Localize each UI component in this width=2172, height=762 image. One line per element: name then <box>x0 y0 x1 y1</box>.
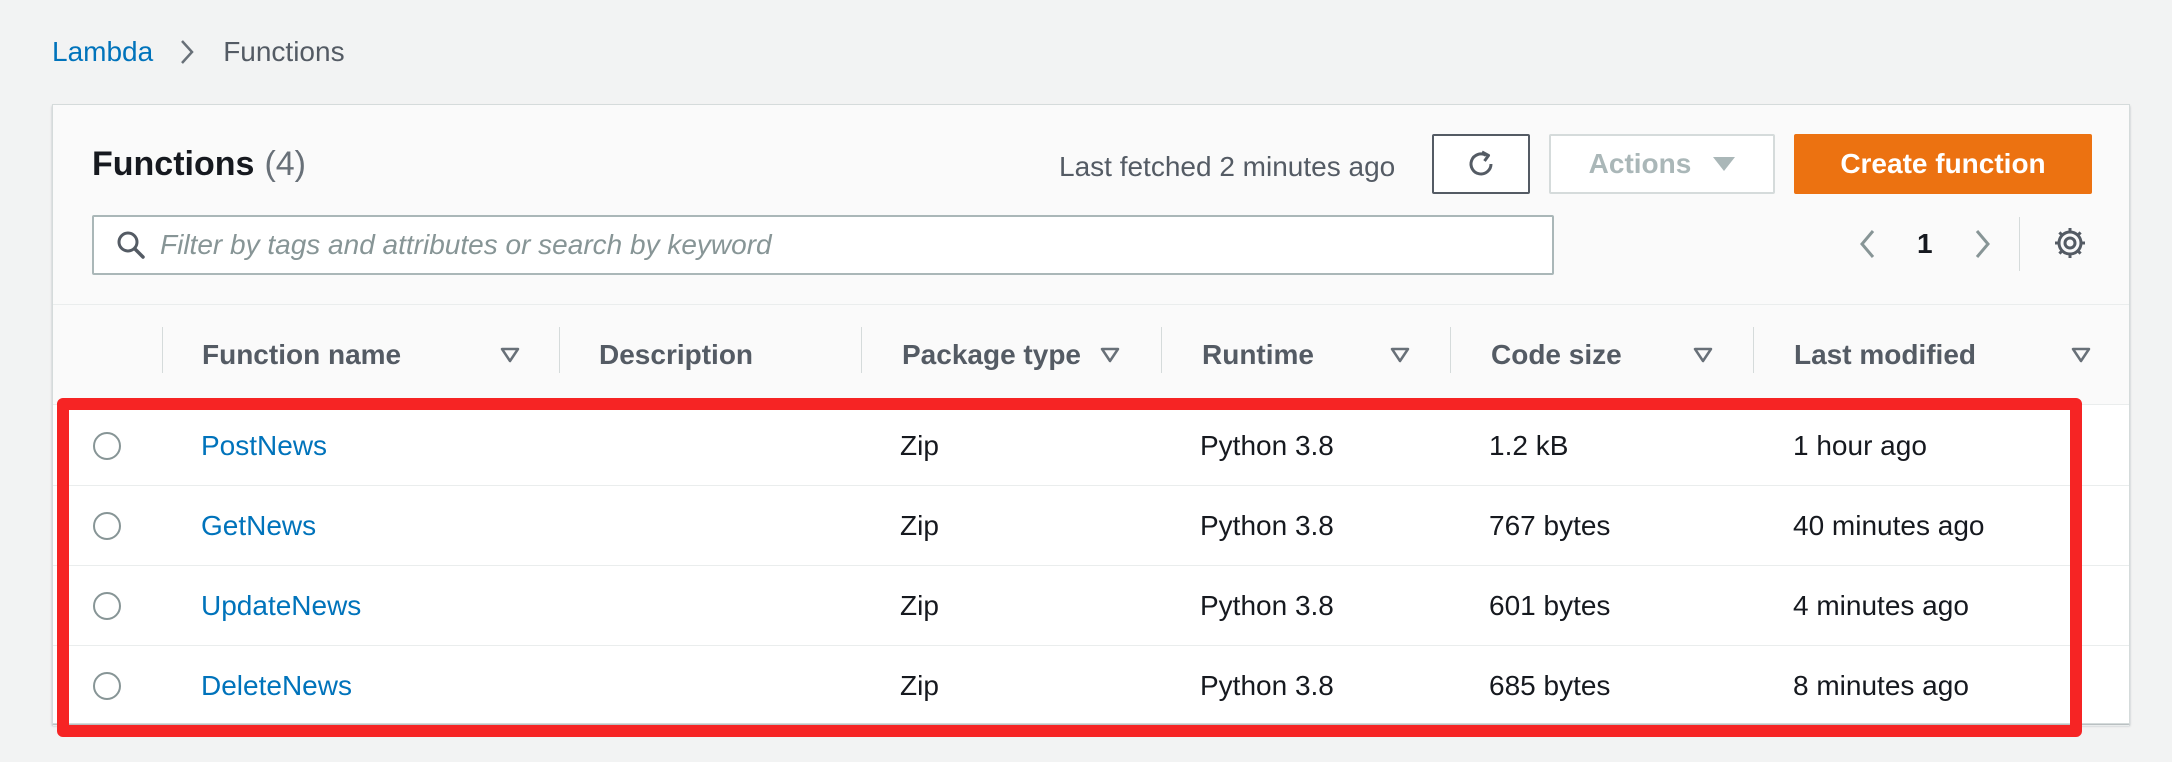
sort-triangle-icon[interactable] <box>1693 347 1713 368</box>
function-name-link[interactable]: UpdateNews <box>201 566 361 646</box>
table-row[interactable]: PostNews Zip Python 3.8 1.2 kB 1 hour ag… <box>53 406 2129 486</box>
breadcrumb-lambda-link[interactable]: Lambda <box>52 36 153 68</box>
function-name-link[interactable]: DeleteNews <box>201 646 352 726</box>
row-select-radio[interactable] <box>93 512 121 540</box>
runtime: Python 3.8 <box>1200 590 1334 621</box>
column-header-code-size[interactable]: Code size <box>1491 305 1622 405</box>
chevron-left-icon <box>1858 228 1876 260</box>
gear-icon[interactable] <box>2052 225 2088 261</box>
runtime: Python 3.8 <box>1200 430 1334 461</box>
last-modified: 4 minutes ago <box>1793 590 1969 621</box>
create-function-button[interactable]: Create function <box>1794 134 2092 194</box>
code-size: 601 bytes <box>1489 590 1611 621</box>
actions-dropdown-button[interactable]: Actions <box>1549 134 1775 194</box>
runtime: Python 3.8 <box>1200 510 1334 541</box>
search-icon <box>116 230 146 260</box>
row-select-radio[interactable] <box>93 432 121 460</box>
column-divider <box>162 327 163 373</box>
filter-search-box[interactable] <box>92 215 1554 275</box>
table-row[interactable]: DeleteNews Zip Python 3.8 685 bytes 8 mi… <box>53 646 2129 726</box>
runtime: Python 3.8 <box>1200 670 1334 701</box>
table-header: Function name Description Package type R… <box>53 305 2129 405</box>
sort-triangle-icon[interactable] <box>1100 347 1120 368</box>
function-count: (4) <box>264 145 306 183</box>
package-type: Zip <box>900 590 939 621</box>
chevron-right-icon <box>1974 228 1992 260</box>
caret-down-icon <box>1713 157 1736 171</box>
column-header-runtime[interactable]: Runtime <box>1202 305 1314 405</box>
refresh-button[interactable] <box>1432 134 1530 194</box>
column-divider <box>1161 327 1162 373</box>
pagination: 1 <box>1847 221 2003 267</box>
last-modified: 8 minutes ago <box>1793 670 1969 701</box>
pager-divider <box>2019 217 2020 271</box>
last-modified: 1 hour ago <box>1793 430 1927 461</box>
panel-header: Functions (4) Last fetched 2 minutes ago … <box>53 105 2129 305</box>
column-header-description[interactable]: Description <box>599 305 753 405</box>
sort-triangle-icon[interactable] <box>2071 347 2091 368</box>
title-text: Functions <box>92 145 255 183</box>
code-size: 767 bytes <box>1489 510 1611 541</box>
column-divider <box>1753 327 1754 373</box>
last-fetched-text: Last fetched 2 minutes ago <box>1059 151 1396 182</box>
chevron-right-icon <box>179 38 195 66</box>
function-name-link[interactable]: GetNews <box>201 486 316 566</box>
breadcrumb: Lambda Functions <box>52 36 345 68</box>
breadcrumb-current: Functions <box>223 36 345 67</box>
next-page-button[interactable] <box>1963 221 2003 267</box>
row-select-radio[interactable] <box>93 672 121 700</box>
page-title: Functions (4) <box>92 145 306 184</box>
package-type: Zip <box>900 430 939 461</box>
page-number[interactable]: 1 <box>1917 228 1933 260</box>
previous-page-button[interactable] <box>1847 221 1887 267</box>
search-input[interactable] <box>160 229 1552 261</box>
code-size: 685 bytes <box>1489 670 1611 701</box>
table-row[interactable]: GetNews Zip Python 3.8 767 bytes 40 minu… <box>53 486 2129 566</box>
functions-panel: Functions (4) Last fetched 2 minutes ago … <box>52 104 2130 726</box>
column-header-last-modified[interactable]: Last modified <box>1794 305 1976 405</box>
package-type: Zip <box>900 510 939 541</box>
function-name-link[interactable]: PostNews <box>201 406 327 486</box>
column-divider <box>1450 327 1451 373</box>
column-header-package-type[interactable]: Package type <box>902 305 1081 405</box>
sort-triangle-icon[interactable] <box>1390 347 1410 368</box>
table-row[interactable]: UpdateNews Zip Python 3.8 601 bytes 4 mi… <box>53 566 2129 646</box>
column-divider <box>861 327 862 373</box>
refresh-icon <box>1465 148 1497 180</box>
row-select-radio[interactable] <box>93 592 121 620</box>
last-modified: 40 minutes ago <box>1793 510 1985 541</box>
actions-label: Actions <box>1588 148 1692 179</box>
column-divider <box>559 327 560 373</box>
code-size: 1.2 kB <box>1489 430 1569 461</box>
package-type: Zip <box>900 670 939 701</box>
column-header-function-name[interactable]: Function name <box>202 305 401 405</box>
sort-triangle-icon[interactable] <box>500 347 520 368</box>
